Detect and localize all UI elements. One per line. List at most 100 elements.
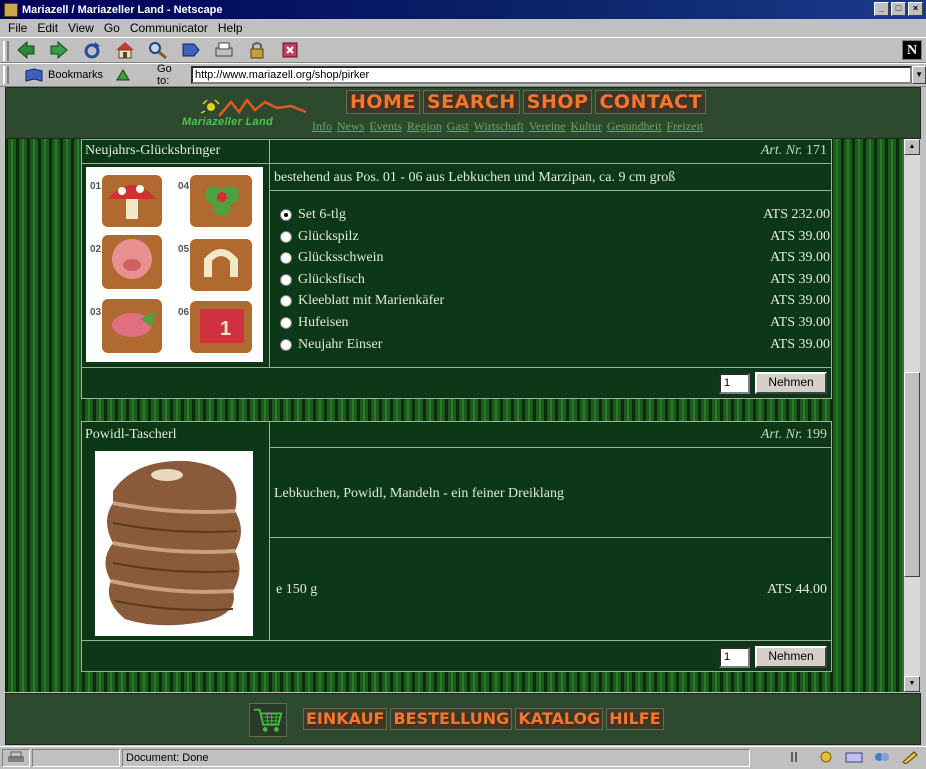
security-icon[interactable]	[245, 39, 269, 61]
composer-icon[interactable]	[900, 750, 920, 765]
option-radio[interactable]	[280, 251, 292, 264]
nav-einkauf[interactable]: EINKAUF	[303, 708, 388, 730]
scroll-thumb[interactable]	[904, 372, 920, 577]
scroll-down-icon[interactable]: ▼	[904, 676, 920, 692]
product-card: Powidl-Tascherl Art. Nr. 199 Lebkuchen, …	[81, 421, 832, 672]
option-label: Set 6-tlg	[298, 206, 346, 222]
component-bar-icon[interactable]	[788, 750, 808, 764]
option-row[interactable]: Set 6-tlg ATS 232.00	[280, 204, 830, 225]
svg-text:03: 03	[90, 307, 102, 318]
back-icon[interactable]	[14, 39, 38, 61]
status-text: Document: Done	[122, 748, 750, 767]
menu-go[interactable]: Go	[104, 21, 120, 35]
svg-text:02: 02	[90, 244, 102, 255]
security-status-icon[interactable]	[2, 748, 30, 767]
menu-edit[interactable]: Edit	[37, 21, 58, 35]
nav-search[interactable]: SEARCH	[422, 90, 520, 114]
quantity-input[interactable]: 1	[719, 647, 750, 668]
option-label: Kleeblatt mit Marienkäfer	[298, 292, 445, 308]
svg-text:06: 06	[178, 307, 190, 318]
svg-text:04: 04	[178, 181, 190, 192]
reload-icon[interactable]	[80, 39, 104, 61]
bookmarks-button[interactable]: Bookmarks	[24, 68, 103, 82]
option-price: ATS 39.00	[770, 249, 830, 265]
navigator-icon[interactable]	[816, 750, 836, 764]
menu-file[interactable]: File	[8, 21, 27, 35]
product-card: Neujahrs-Glücksbringer Art. Nr. 171 01 0…	[81, 139, 832, 399]
locbar-grip[interactable]	[3, 66, 9, 84]
product-description: Lebkuchen, Powidl, Mandeln - ein feiner …	[274, 486, 565, 501]
product-image: 01 04 02 05 03 06 1	[86, 167, 263, 362]
subnav-news[interactable]: News	[337, 119, 364, 134]
article-number: Art. Nr. 171	[760, 143, 827, 158]
option-price: ATS 39.00	[770, 271, 830, 287]
nav-home[interactable]: HOME	[346, 90, 420, 114]
toolbar-grip[interactable]	[3, 41, 9, 61]
forward-icon[interactable]	[47, 39, 71, 61]
option-label: Glücksfisch	[298, 271, 365, 287]
nav-bestellung[interactable]: BESTELLUNG	[390, 708, 513, 730]
option-row[interactable]: Glückspilz ATS 39.00	[280, 226, 830, 247]
home-icon[interactable]	[113, 39, 137, 61]
option-row[interactable]: Glücksfisch ATS 39.00	[280, 269, 830, 290]
site-header-frame: Mariazeller Land HOME SEARCH SHOP CONTAC…	[5, 87, 921, 139]
option-row[interactable]: Kleeblatt mit Marienkäfer ATS 39.00	[280, 290, 830, 311]
subnav-gast[interactable]: Gast	[447, 119, 469, 134]
option-row[interactable]: Neujahr Einser ATS 39.00	[280, 334, 830, 355]
url-input[interactable]: http://www.mariazell.org/shop/pirker	[190, 66, 913, 84]
site-logo-text: Mariazeller Land	[182, 116, 273, 128]
subnav-kultur[interactable]: Kultur	[571, 119, 602, 134]
shop-nav: EINKAUF BESTELLUNG KATALOG HILFE	[303, 708, 664, 730]
subnav-wirtschaft[interactable]: Wirtschaft	[474, 119, 524, 134]
page-proxy-icon[interactable]	[115, 68, 131, 82]
option-row[interactable]: Glücksschwein ATS 39.00	[280, 247, 830, 268]
svg-text:01: 01	[90, 181, 102, 192]
minimize-button[interactable]: _	[874, 2, 889, 16]
subnav-gesundheit[interactable]: Gesundheit	[607, 119, 662, 134]
netscape-guide-icon[interactable]	[179, 39, 203, 61]
option-label: Neujahr Einser	[298, 336, 383, 352]
nav-shop[interactable]: SHOP	[522, 90, 593, 114]
subnav-info[interactable]: Info	[312, 119, 332, 134]
svg-text:05: 05	[178, 244, 190, 255]
maximize-button[interactable]: □	[891, 2, 906, 16]
option-radio[interactable]	[280, 316, 292, 329]
product-weight: e 150 g	[276, 582, 318, 597]
option-radio[interactable]	[280, 273, 292, 286]
shop-footer-frame: EINKAUF BESTELLUNG KATALOG HILFE	[5, 693, 921, 745]
nehmen-button[interactable]: Nehmen	[755, 372, 827, 394]
stop-icon[interactable]	[278, 39, 302, 61]
subnav-freizeit[interactable]: Freizeit	[667, 119, 704, 134]
nav-contact[interactable]: CONTACT	[595, 90, 707, 114]
search-icon[interactable]	[146, 39, 170, 61]
menu-help[interactable]: Help	[218, 21, 243, 35]
mail-icon[interactable]	[844, 750, 864, 764]
discussion-icon[interactable]	[872, 750, 892, 764]
option-radio[interactable]	[280, 338, 292, 351]
location-toolbar: Bookmarks Go to: http://www.mariazell.or…	[0, 63, 926, 87]
nav-hilfe[interactable]: HILFE	[606, 708, 664, 730]
option-price: ATS 39.00	[770, 336, 830, 352]
option-radio[interactable]	[280, 294, 292, 307]
option-price: ATS 232.00	[763, 206, 830, 222]
print-icon[interactable]	[212, 39, 236, 61]
shopping-cart-icon[interactable]	[249, 703, 287, 737]
subnav-region[interactable]: Region	[407, 119, 442, 134]
quantity-input[interactable]: 1	[719, 373, 750, 394]
window-title: Mariazell / Mariazeller Land - Netscape	[22, 3, 223, 16]
option-row[interactable]: Hufeisen ATS 39.00	[280, 312, 830, 333]
menu-communicator[interactable]: Communicator	[130, 21, 208, 35]
option-radio[interactable]	[280, 230, 292, 243]
scroll-up-icon[interactable]: ▲	[904, 139, 920, 155]
netscape-logo-icon[interactable]: N	[902, 40, 922, 60]
menu-view[interactable]: View	[68, 21, 94, 35]
subnav-vereine[interactable]: Vereine	[529, 119, 566, 134]
close-button[interactable]: ×	[908, 2, 923, 16]
vertical-scrollbar[interactable]: ▲ ▼	[904, 139, 920, 692]
url-dropdown-icon[interactable]: ▼	[912, 66, 926, 84]
nav-katalog[interactable]: KATALOG	[515, 708, 604, 730]
option-label: Hufeisen	[298, 314, 349, 330]
nehmen-button[interactable]: Nehmen	[755, 646, 827, 668]
option-radio[interactable]	[280, 208, 292, 221]
subnav-events[interactable]: Events	[369, 119, 402, 134]
